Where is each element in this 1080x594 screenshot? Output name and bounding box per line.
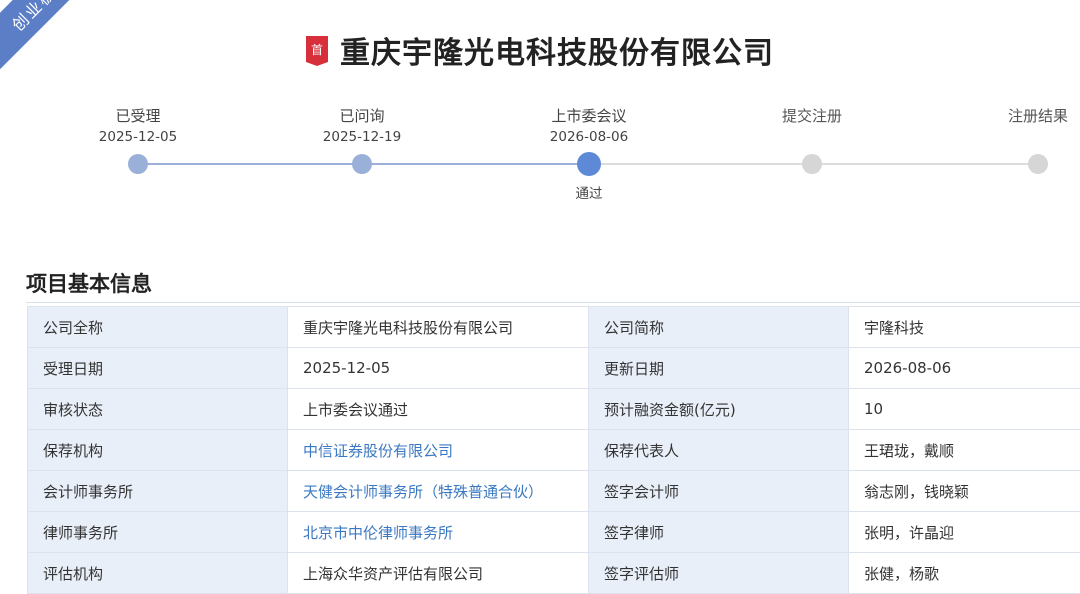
info-value: 张健，杨歌 — [849, 553, 1080, 594]
timeline-step-dot — [352, 154, 372, 174]
table-row: 审核状态 上市委会议通过 预计融资金额(亿元) 10 — [28, 389, 1080, 430]
timeline-step-date — [948, 127, 1080, 147]
timeline-step-date — [722, 127, 902, 147]
info-key: 评估机构 — [28, 553, 288, 594]
info-value: 重庆宇隆光电科技股份有限公司 — [288, 307, 589, 348]
timeline-step-label: 上市委会议 — [499, 105, 679, 127]
info-value: 张明，许晶迎 — [849, 512, 1080, 553]
table-row: 会计师事务所 天健会计师事务所（特殊普通合伙） 签字会计师 翁志刚，钱晓颖 — [28, 471, 1080, 512]
info-key: 更新日期 — [589, 348, 849, 389]
ipo-first-badge: 首 — [306, 36, 328, 66]
info-key: 签字律师 — [589, 512, 849, 553]
info-key: 预计融资金额(亿元) — [589, 389, 849, 430]
info-key: 审核状态 — [28, 389, 288, 430]
law-firm-link[interactable]: 北京市中伦律师事务所 — [288, 512, 589, 553]
timeline-step-result: 通过 — [499, 182, 679, 202]
sponsor-link[interactable]: 中信证券股份有限公司 — [288, 430, 589, 471]
info-key: 签字评估师 — [589, 553, 849, 594]
info-value: 翁志刚，钱晓颖 — [849, 471, 1080, 512]
timeline-step-date: 2025-12-05 — [48, 127, 228, 147]
info-value: 宇隆科技 — [849, 307, 1080, 348]
info-key: 保荐机构 — [28, 430, 288, 471]
timeline-step-dot — [802, 154, 822, 174]
table-row: 律师事务所 北京市中伦律师事务所 签字律师 张明，许晶迎 — [28, 512, 1080, 553]
timeline-step-submit-registration: 提交注册 — [722, 105, 902, 147]
page-header: 首 重庆宇隆光电科技股份有限公司 — [0, 28, 1080, 72]
table-row: 保荐机构 中信证券股份有限公司 保荐代表人 王珺珑，戴顺 — [28, 430, 1080, 471]
timeline-step-dot — [128, 154, 148, 174]
timeline-step-listing-committee: 上市委会议 2026-08-06 通过 — [499, 105, 679, 147]
table-row: 公司全称 重庆宇隆光电科技股份有限公司 公司简称 宇隆科技 — [28, 307, 1080, 348]
info-key: 签字会计师 — [589, 471, 849, 512]
table-row: 受理日期 2025-12-05 更新日期 2026-08-06 — [28, 348, 1080, 389]
info-key: 律师事务所 — [28, 512, 288, 553]
timeline-step-registration-result: 注册结果 — [948, 105, 1080, 147]
timeline-step-dot — [1028, 154, 1048, 174]
project-info-table: 公司全称 重庆宇隆光电科技股份有限公司 公司简称 宇隆科技 受理日期 2025-… — [27, 306, 1080, 594]
timeline-step-label: 注册结果 — [948, 105, 1080, 127]
timeline-step-label: 已受理 — [48, 105, 228, 127]
info-key: 公司全称 — [28, 307, 288, 348]
review-progress-timeline: 已受理 2025-12-05 已问询 2025-12-19 上市委会议 2026… — [0, 105, 1080, 215]
info-value: 10 — [849, 389, 1080, 430]
section-divider — [26, 302, 1080, 303]
info-value: 2025-12-05 — [288, 348, 589, 389]
table-row: 评估机构 上海众华资产评估有限公司 签字评估师 张健，杨歌 — [28, 553, 1080, 594]
timeline-step-dot-current — [577, 152, 601, 176]
section-title: 项目基本信息 — [26, 268, 152, 298]
info-key: 会计师事务所 — [28, 471, 288, 512]
ipo-first-badge-label: 首 — [311, 41, 323, 58]
info-value: 2026-08-06 — [849, 348, 1080, 389]
info-key: 受理日期 — [28, 348, 288, 389]
info-key: 公司简称 — [589, 307, 849, 348]
info-value: 上市委会议通过 — [288, 389, 589, 430]
timeline-step-date: 2025-12-19 — [272, 127, 452, 147]
timeline-step-date: 2026-08-06 — [499, 127, 679, 147]
timeline-step-accepted: 已受理 2025-12-05 — [48, 105, 228, 147]
page-title: 重庆宇隆光电科技股份有限公司 — [340, 28, 774, 72]
info-value: 上海众华资产评估有限公司 — [288, 553, 589, 594]
info-key: 保荐代表人 — [589, 430, 849, 471]
timeline-step-inquired: 已问询 2025-12-19 — [272, 105, 452, 147]
timeline-step-label: 已问询 — [272, 105, 452, 127]
timeline-step-label: 提交注册 — [722, 105, 902, 127]
accounting-firm-link[interactable]: 天健会计师事务所（特殊普通合伙） — [288, 471, 589, 512]
info-value: 王珺珑，戴顺 — [849, 430, 1080, 471]
